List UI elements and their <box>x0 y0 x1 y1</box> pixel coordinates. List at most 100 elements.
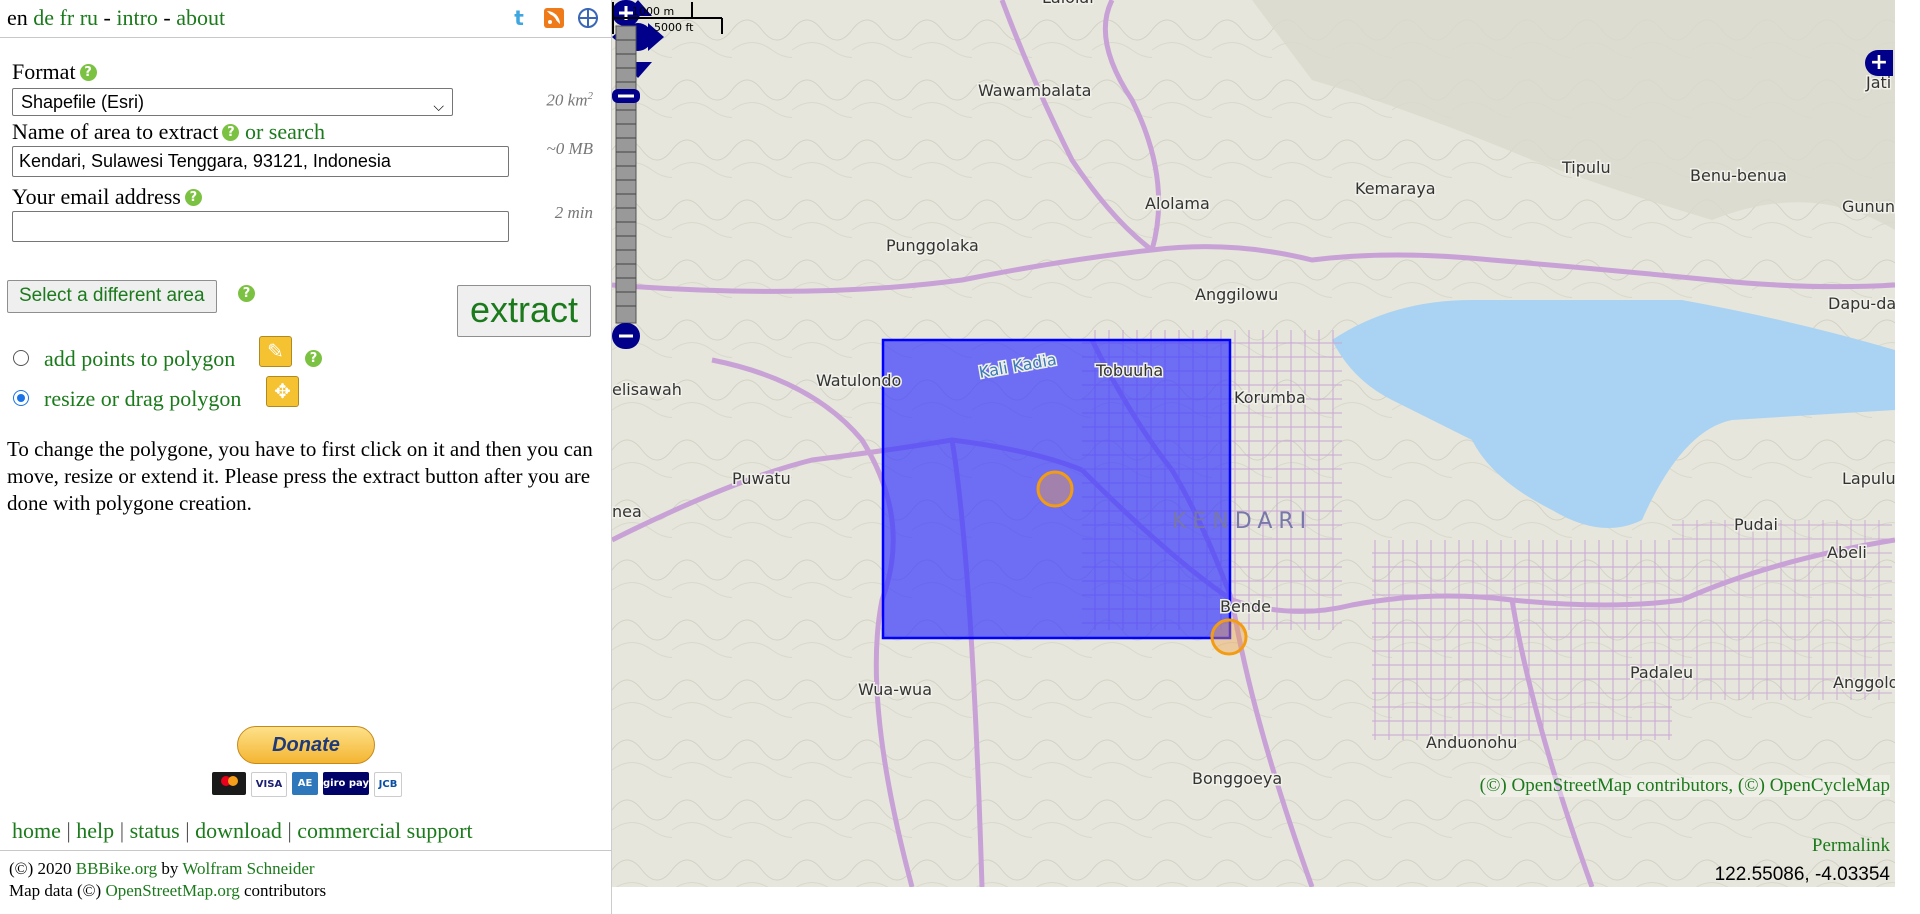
separator: - <box>103 5 111 30</box>
place-label: Kemaraya <box>1355 179 1436 198</box>
place-label: nea <box>612 502 642 521</box>
area-estimate-unit-sup: 2 <box>587 90 594 102</box>
commercial-support-link[interactable]: commercial support <box>297 818 472 843</box>
place-label: Lalolai <box>1042 0 1094 7</box>
format-label-text: Format <box>12 59 76 84</box>
intro-link[interactable]: intro <box>116 5 158 30</box>
area-estimate: 20 km2 <box>546 90 593 111</box>
move-arrows-icon[interactable]: ✥ <box>266 376 299 407</box>
status-link[interactable]: status <box>130 818 180 843</box>
scale-metric: 1000 m <box>632 5 674 18</box>
place-label: Anduonohu <box>1426 733 1517 752</box>
payment-cards: VISA AE giro pay JCB <box>212 772 407 797</box>
rss-icon[interactable] <box>543 8 564 28</box>
amex-icon: AE <box>292 772 318 795</box>
separator: - <box>163 5 171 30</box>
place-label: Watulondo <box>816 371 901 390</box>
email-input[interactable] <box>12 211 509 242</box>
osm-attribution-link[interactable]: (©) OpenStreetMap contributors <box>1480 775 1729 796</box>
or-search-link[interactable]: or search <box>245 119 325 144</box>
jcb-icon: JCB <box>374 772 402 797</box>
place-label: Wawambalata <box>978 81 1091 100</box>
place-label: Wua-wua <box>858 680 932 699</box>
about-link[interactable]: about <box>176 5 225 30</box>
map-canvas[interactable]: Wawambalata Alolama Kemaraya Tipulu Benu… <box>612 0 1895 887</box>
mastercard-icon <box>212 772 246 795</box>
osm-link[interactable]: OpenStreetMap.org <box>105 881 239 900</box>
author-link[interactable]: Wolfram Schneider <box>182 859 314 878</box>
help-icon[interactable]: ? <box>305 350 322 367</box>
map[interactable]: Wawambalata Alolama Kemaraya Tipulu Benu… <box>612 0 1895 887</box>
separator: | <box>287 818 292 843</box>
time-estimate: 2 min <box>554 203 593 222</box>
area-estimate-value: 20 km <box>546 90 588 110</box>
help-icon[interactable]: ? <box>184 189 202 206</box>
help-icon[interactable]: ? <box>238 285 255 302</box>
copyright-by: by <box>161 859 179 878</box>
add-points-label[interactable]: add points to polygon <box>44 346 235 372</box>
lang-ru[interactable]: ru <box>80 5 98 30</box>
contributors-text: contributors <box>243 881 327 900</box>
ocm-attribution-link[interactable]: (©) OpenCycleMap <box>1738 775 1890 796</box>
instructions-text: To change the polygone, you have to firs… <box>7 437 593 515</box>
copyright-prefix: (©) 2020 <box>9 859 72 878</box>
place-label: Tobuuha <box>1095 361 1163 380</box>
place-label: Lapulu <box>1842 469 1895 488</box>
place-label: Korumba <box>1234 388 1306 407</box>
extract-button[interactable]: extract <box>457 285 591 337</box>
site-link[interactable]: BBBike.org <box>76 859 157 878</box>
add-points-radio[interactable] <box>13 350 29 366</box>
place-label: Padaleu <box>1630 663 1693 682</box>
separator: | <box>119 818 125 843</box>
separator: | <box>185 818 190 843</box>
separator: | <box>66 818 71 843</box>
twitter-icon[interactable]: t <box>509 8 529 28</box>
place-label: Bende <box>1220 597 1271 616</box>
place-label: Pudai <box>1734 515 1778 534</box>
place-label: Benu-benua <box>1690 166 1787 185</box>
footer-divider <box>0 850 612 851</box>
area-name-input[interactable]: Kendari, Sulawesi Tenggara, 93121, Indon… <box>12 146 509 177</box>
pencil-icon[interactable]: ✎ <box>259 336 292 367</box>
attribution-separator: , <box>1728 775 1734 796</box>
place-label: Tipulu <box>1561 158 1611 177</box>
help-icon[interactable]: ? <box>222 124 240 141</box>
donate-button[interactable]: Donate <box>237 726 375 764</box>
email-label-text: Your email address <box>12 184 181 209</box>
format-label: Format? <box>12 59 97 85</box>
select-different-area-button[interactable]: Select a different area <box>7 280 217 313</box>
help-icon[interactable]: ? <box>79 64 97 81</box>
resize-handle[interactable] <box>1210 618 1248 656</box>
format-select[interactable]: Shapefile (Esri) ⌵ <box>12 88 453 116</box>
scale-imperial: 5000 ft <box>654 21 694 34</box>
area-name-label: Name of area to extract? or search <box>12 119 325 145</box>
layer-switcher-button[interactable]: + <box>1865 50 1893 76</box>
help-link[interactable]: help <box>76 818 114 843</box>
lang-de[interactable]: de <box>33 5 54 30</box>
visa-icon: VISA <box>251 772 287 797</box>
coordinates-readout: 122.55086, -4.03354 <box>1714 864 1890 885</box>
resize-drag-radio[interactable] <box>13 390 29 406</box>
lang-en[interactable]: en <box>7 5 28 30</box>
permalink-link[interactable]: Permalink <box>1812 835 1890 857</box>
place-label: Punggolaka <box>886 236 979 255</box>
drag-handle[interactable] <box>1036 470 1074 508</box>
format-select-value: Shapefile (Esri) <box>21 92 145 112</box>
home-link[interactable]: home <box>12 818 61 843</box>
page-bottom-gutter <box>612 887 1895 914</box>
place-label: Bonggoeya <box>1192 769 1282 788</box>
footer-links: home | help | status | download | commer… <box>12 818 473 844</box>
resize-drag-label[interactable]: resize or drag polygon <box>44 386 241 412</box>
size-estimate: ~0 MB <box>546 139 594 158</box>
place-label: Puwatu <box>732 469 791 488</box>
place-label: Anggilowu <box>1195 285 1278 304</box>
download-link[interactable]: download <box>195 818 282 843</box>
lang-fr[interactable]: fr <box>60 5 75 30</box>
city-label: KENDARI <box>1172 509 1312 534</box>
zoom-bar[interactable] <box>612 0 640 349</box>
sidebar: en de fr ru - intro - about t Format? Sh… <box>0 0 612 914</box>
giropay-icon: giro pay <box>323 772 369 795</box>
email-label: Your email address? <box>12 184 202 210</box>
topbar: en de fr ru - intro - about t <box>0 0 612 38</box>
locate-icon[interactable] <box>578 8 598 28</box>
